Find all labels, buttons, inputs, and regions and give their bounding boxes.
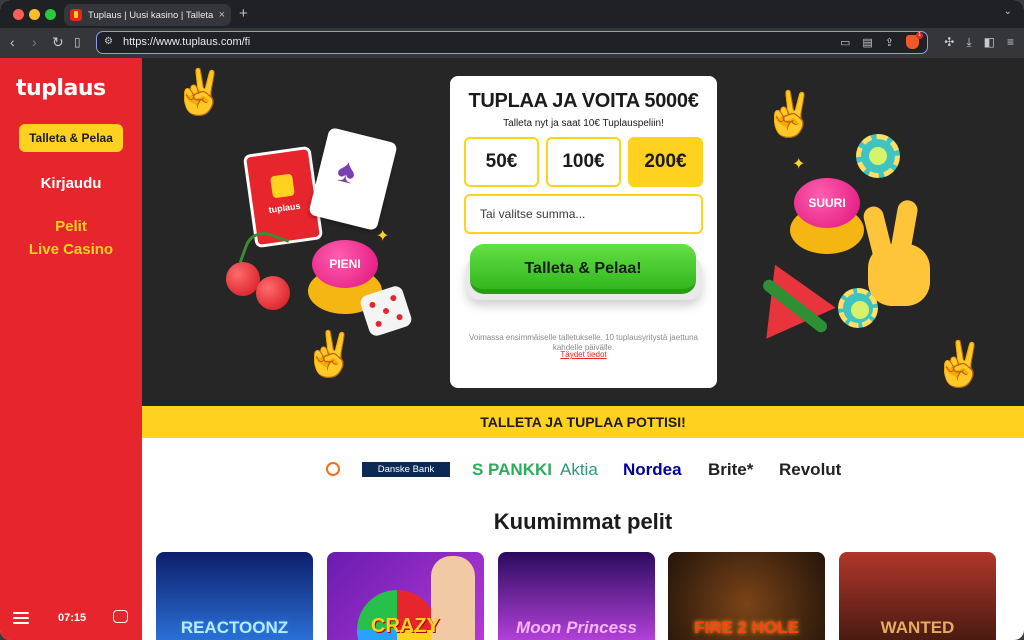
- tab-list-chevron-icon[interactable]: ⌄: [1004, 6, 1012, 17]
- maximize-window-button[interactable]: [45, 9, 56, 20]
- extensions-icon[interactable]: ✣: [944, 35, 954, 50]
- cherry-icon: [226, 262, 260, 296]
- full-terms-link[interactable]: Täydet tiedot: [450, 350, 717, 359]
- brave-shields-icon[interactable]: 1: [906, 32, 923, 49]
- s-pankki-logo: S PANKKI: [472, 460, 552, 479]
- deposit-promo-card: TUPLAA JA VOITA 5000€ Talleta nyt ja saa…: [450, 76, 717, 388]
- brite-logo: Brite*: [708, 460, 754, 479]
- danske-bank-logo: Danske Bank: [362, 462, 450, 477]
- site-sidebar: tuplaus Talleta & Pelaa Kirjaudu Pelit L…: [0, 58, 142, 640]
- hamburger-menu-icon[interactable]: [13, 612, 29, 627]
- custom-amount-input[interactable]: [464, 194, 703, 234]
- live-casino-link[interactable]: Live Casino: [0, 241, 142, 258]
- close-window-button[interactable]: [13, 9, 24, 20]
- revolut-logo: Revolut: [779, 460, 842, 479]
- tab-title: Tuplaus | Uusi kasino | Talleta: [88, 9, 214, 21]
- reload-icon[interactable]: ↻: [52, 34, 64, 50]
- browser-menu-icon[interactable]: ≡: [1007, 35, 1014, 50]
- browser-toolbar: ‹ › ↻ ▯ ⚙ https://www.tuplaus.com/fi ▭ ▤…: [0, 28, 1024, 58]
- cherry-icon: [256, 276, 290, 310]
- game-tile-fire-in-the-hole[interactable]: FIRE 2 HOLE: [668, 552, 825, 640]
- promo-strip: TALLETA JA TUPLAA POTTISI!: [142, 406, 1024, 438]
- background-pattern-icon: ✌: [172, 68, 227, 117]
- background-pattern-icon: ✌: [762, 90, 817, 139]
- nordea-logo: Nordea: [623, 460, 682, 479]
- sparkle-icon: ✦: [376, 228, 390, 245]
- url-text[interactable]: https://www.tuplaus.com/fi: [123, 36, 250, 48]
- game-tile-wanted[interactable]: WANTED: [839, 552, 996, 640]
- payment-methods-row: Danske Bank S PANKKI Aktia Nordea Brite*…: [142, 438, 1024, 504]
- game-tile-moon-princess[interactable]: Moon Princess: [498, 552, 655, 640]
- suuri-button-image: SUURI: [794, 178, 860, 228]
- share-icon[interactable]: ⇪: [885, 36, 894, 49]
- peace-hand-icon: [858, 198, 938, 310]
- forward-icon[interactable]: ›: [32, 34, 37, 50]
- sparkle-icon: ✦: [792, 156, 806, 173]
- game-tile-reactoonz[interactable]: REACTOONZ: [156, 552, 313, 640]
- pieni-button-image: PIENI: [312, 240, 378, 288]
- minimize-window-button[interactable]: [29, 9, 40, 20]
- promo-subtitle: Talleta nyt ja saat 10€ Tuplauspeliin!: [503, 118, 664, 129]
- tab-close-icon[interactable]: ×: [219, 9, 225, 21]
- background-pattern-icon: ✌: [932, 340, 987, 389]
- tab-bar: Tuplaus | Uusi kasino | Talleta × + ⌄: [0, 0, 1024, 28]
- site-settings-icon[interactable]: ⚙: [104, 36, 113, 47]
- sidebar-toggle-icon[interactable]: ◧: [984, 35, 995, 50]
- casino-chip-icon: [856, 134, 900, 178]
- games-link[interactable]: Pelit: [0, 218, 142, 235]
- game-tile-crazy-time[interactable]: CRAZY: [327, 552, 484, 640]
- downloads-icon[interactable]: ⤓: [966, 35, 971, 50]
- new-tab-button[interactable]: +: [239, 5, 248, 22]
- tuplaus-favicon-icon: [70, 9, 82, 21]
- tuplaus-logo[interactable]: tuplaus: [16, 76, 106, 101]
- amount-option-100[interactable]: 100€: [546, 137, 621, 187]
- sidebar-deposit-button[interactable]: Talleta & Pelaa: [19, 124, 123, 152]
- chat-icon[interactable]: [113, 610, 128, 623]
- reader-mode-icon[interactable]: ▤: [862, 36, 872, 49]
- bookmark-icon[interactable]: ▯: [74, 34, 81, 50]
- back-icon[interactable]: ‹: [10, 34, 15, 50]
- browser-tab[interactable]: Tuplaus | Uusi kasino | Talleta ×: [64, 4, 231, 26]
- mobilepay-logo-icon: [326, 462, 340, 476]
- hottest-games-title: Kuumimmat pelit: [493, 509, 673, 534]
- clock-time: 07:15: [58, 612, 87, 624]
- amount-option-50[interactable]: 50€: [464, 137, 539, 187]
- amount-option-200[interactable]: 200€: [628, 137, 703, 187]
- deposit-play-button[interactable]: Talleta & Pelaa!: [470, 244, 696, 294]
- browser-window: Tuplaus | Uusi kasino | Talleta × + ⌄ ‹ …: [0, 0, 1024, 640]
- login-link[interactable]: Kirjaudu: [0, 175, 142, 192]
- aktia-logo: Aktia: [560, 460, 598, 479]
- promo-title: TUPLAA JA VOITA 5000€: [468, 90, 699, 112]
- cast-icon[interactable]: ▭: [840, 36, 850, 49]
- address-bar[interactable]: ⚙ https://www.tuplaus.com/fi ▭ ▤ ⇪ 1: [96, 31, 928, 54]
- background-pattern-icon: ✌: [302, 330, 357, 379]
